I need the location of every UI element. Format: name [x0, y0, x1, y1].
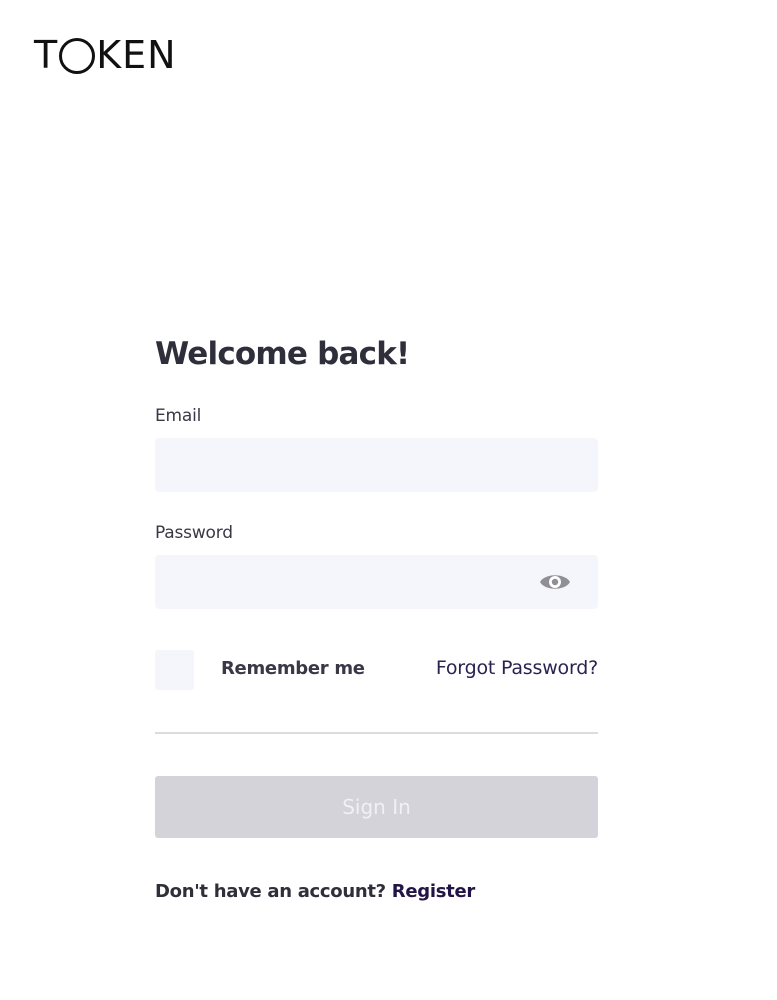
token-logo[interactable]: T KEN — [34, 33, 177, 77]
logo-o-ring-icon — [59, 38, 96, 74]
page-title: Welcome back! — [155, 336, 410, 372]
divider — [155, 732, 598, 734]
forgot-password-link[interactable]: Forgot Password? — [436, 656, 598, 680]
login-form: Welcome back! Email Password Remember me… — [155, 334, 598, 904]
remember-me-checkbox[interactable] — [155, 650, 194, 690]
form-options-row: Remember me Forgot Password? — [155, 650, 598, 690]
eye-icon[interactable] — [539, 571, 571, 593]
login-page: T KEN Welcome back! Email Password Remem… — [0, 0, 777, 1000]
logo-letter-t: T — [34, 33, 59, 77]
register-link[interactable]: Register — [392, 881, 475, 902]
eye-icon-svg — [540, 575, 570, 589]
password-field-wrapper — [155, 555, 598, 609]
sign-in-button[interactable]: Sign In — [155, 776, 598, 838]
password-label: Password — [155, 523, 233, 543]
no-account-text: Don't have an account? — [155, 881, 386, 902]
email-field-wrapper — [155, 438, 598, 492]
remember-me-label[interactable]: Remember me — [221, 658, 365, 680]
password-field[interactable] — [155, 555, 598, 609]
email-label: Email — [155, 406, 202, 426]
logo-letters-rest: KEN — [96, 33, 177, 77]
email-field[interactable] — [155, 438, 598, 492]
register-prompt: Don't have an account? Register — [155, 880, 598, 904]
